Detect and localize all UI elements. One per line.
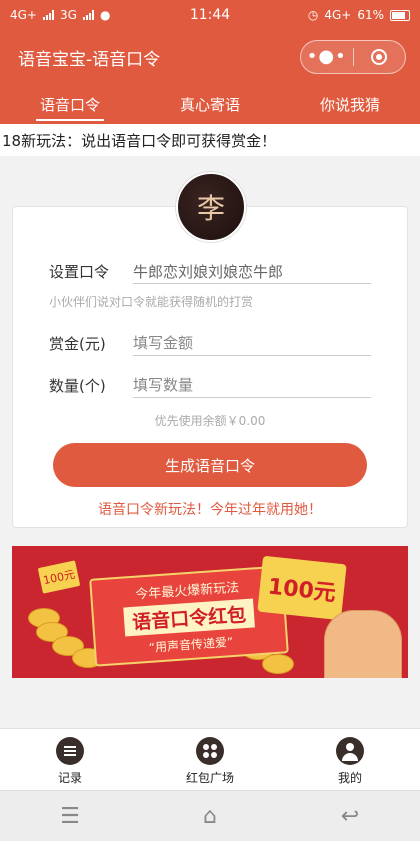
title-bar: 语音宝宝-语音口令 •●• [0,30,420,84]
user-icon [336,737,364,765]
nav-label-records: 记录 [57,771,82,785]
network-label-2: 3G [60,8,77,22]
more-dots-icon[interactable]: •●• [301,48,353,66]
tab-heartfelt-message[interactable]: 真心寄语 [176,88,244,121]
system-navigation-bar: ☰ ⌂ ↩ [0,790,420,841]
status-bar: 4G+ 3G ● 11:44 ◷ 4G+ 61% [0,0,420,30]
amount-input[interactable] [133,331,371,356]
count-input[interactable] [133,373,371,398]
hongbao-card: 100元 [257,555,347,621]
password-label: 设置口令 [49,263,110,281]
voice-password-form-card: 设置口令 小伙伴们说对口令就能获得随机的打赏 赏金(元) 数量(个) 优先使用余… [12,206,408,528]
wechat-icon: ● [99,8,111,22]
network-label-1: 4G+ [10,8,37,22]
password-hint: 小伙伴们说对口令就能获得随机的打赏 [49,295,254,309]
slogan-text: 语音口令新玩法！今年过年就用她！ [98,502,322,518]
status-time: 11:44 [189,7,231,23]
count-label: 数量(个) [49,377,106,395]
tab-you-say-i-guess[interactable]: 你说我猜 [316,88,384,121]
banner-line-2: 语音口令红包 [123,598,255,637]
nav-item-mine[interactable]: 我的 [280,729,420,791]
nav-label-mine: 我的 [337,771,362,785]
alarm-icon: ◷ [307,8,319,22]
banner-sign: 今年最火爆新玩法 语音口令红包 “用声音传递爱” [89,565,289,667]
signal-icon [43,10,54,20]
battery-percent: 61% [357,8,384,22]
grid-icon [196,737,224,765]
miniprogram-capsule: •●• [300,40,406,74]
nav-item-hongbao-square[interactable]: 红包广场 [140,729,280,791]
count-row: 数量(个) [49,373,371,398]
menu-icon[interactable]: ☰ [50,801,90,831]
bottom-nav: 记录 红包广场 我的 [0,728,420,791]
coin-icon [262,654,294,674]
balance-text: 优先使用余额￥0.00 [154,414,266,428]
small-hongbao-tag: 100元 [37,560,81,594]
nav-item-records[interactable]: 记录 [0,729,140,791]
home-icon[interactable]: ⌂ [190,801,230,831]
signal-icon-2 [82,10,94,20]
notice-banner: 18新玩法：说出语音口令即可获得赏金！ [0,124,420,156]
list-icon [56,737,84,765]
nav-label-hongbao-square: 红包广场 [185,771,234,785]
password-row: 设置口令 [49,259,371,284]
close-button[interactable] [354,49,406,65]
password-input[interactable] [133,259,371,284]
battery-icon [390,9,410,21]
promo-banner[interactable]: 100元 今年最火爆新玩法 语音口令红包 “用声音传递爱” 100元 [12,546,408,678]
generate-voice-password-button[interactable]: 生成语音口令 [53,443,367,487]
amount-row: 赏金(元) [49,331,371,356]
network-label-3: 4G+ [324,8,352,22]
amount-label: 赏金(元) [49,335,106,353]
back-icon[interactable]: ↩ [330,801,370,831]
avatar[interactable]: 李 [176,172,246,242]
hand-illustration [324,610,402,678]
tab-bar: 语音口令 真心寄语 你说我猜 [0,84,420,124]
target-close-icon [371,49,388,65]
page-title: 语音宝宝-语音口令 [18,49,161,70]
banner-line-1: 今年最火爆新玩法 [134,580,240,603]
tab-voice-password[interactable]: 语音口令 [35,88,105,121]
